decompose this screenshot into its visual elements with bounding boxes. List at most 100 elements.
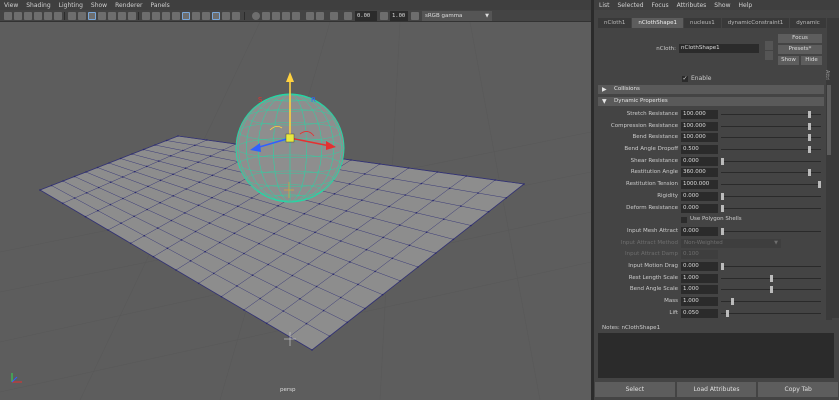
gamma-icon[interactable]	[380, 12, 388, 20]
menu-show[interactable]: Show	[714, 2, 730, 9]
bend-angle-dropoff-slider-handle[interactable]	[808, 146, 812, 154]
safe-action-icon[interactable]	[118, 12, 126, 20]
shear-resistance-slider-handle[interactable]	[721, 157, 724, 165]
select-button[interactable]: Select	[595, 382, 675, 397]
exposure-field[interactable]: 0.00	[355, 11, 377, 21]
two-d-pan-icon[interactable]	[44, 12, 52, 20]
field-chart-icon[interactable]	[108, 12, 116, 20]
select-camera-icon[interactable]	[4, 12, 12, 20]
tab-nclothshape1[interactable]: nClothShape1	[632, 18, 683, 28]
stretch-resistance-slider[interactable]	[721, 111, 821, 118]
hide-button[interactable]: Hide	[801, 56, 822, 65]
motion-blur-icon[interactable]	[272, 12, 280, 20]
bend-angle-scale-slider[interactable]	[721, 286, 821, 294]
restitution-angle-slider-handle[interactable]	[808, 169, 812, 177]
safe-title-icon[interactable]	[128, 12, 136, 20]
shadows-icon[interactable]	[192, 12, 200, 20]
compression-resistance-slider[interactable]	[721, 122, 821, 130]
load-attributes-button[interactable]: Load Attributes	[676, 382, 757, 397]
image-plane-icon[interactable]	[34, 12, 42, 20]
go-to-output-icon[interactable]	[765, 51, 773, 60]
viewport-panel[interactable]: View Shading Lighting Show Renderer Pane…	[0, 0, 591, 400]
scrollbar-thumb[interactable]	[827, 85, 831, 155]
stretch-resistance-field[interactable]: 100.000	[681, 110, 718, 119]
input-motion-drag-slider[interactable]	[721, 262, 821, 270]
input-mesh-attract-slider-handle[interactable]	[721, 227, 724, 235]
playblast-icon[interactable]	[316, 12, 324, 20]
stretch-resistance-slider-handle[interactable]	[808, 111, 812, 118]
camera-attributes-icon[interactable]	[14, 12, 22, 20]
use-polygon-shells-checkbox[interactable]	[681, 217, 687, 224]
bend-resistance-slider-handle[interactable]	[808, 134, 812, 142]
deform-resistance-slider-handle[interactable]	[721, 204, 724, 212]
menu-selected[interactable]: Selected	[618, 2, 644, 9]
wireframe-icon[interactable]	[142, 12, 150, 20]
tab-dynamic[interactable]: dynamic	[790, 18, 826, 28]
film-gate-icon[interactable]	[78, 12, 86, 20]
antialiasing-icon[interactable]	[252, 12, 260, 20]
camera-icon[interactable]	[330, 12, 338, 20]
rigidity-slider-handle[interactable]	[721, 192, 724, 200]
textured-icon[interactable]	[172, 12, 180, 20]
mass-field[interactable]: 1.000	[681, 297, 718, 306]
menu-attributes[interactable]: Attributes	[677, 2, 707, 9]
bend-resistance-field[interactable]: 100.000	[681, 133, 718, 143]
bend-angle-scale-slider-handle[interactable]	[769, 286, 773, 294]
restitution-angle-slider[interactable]	[721, 169, 821, 177]
menu-view[interactable]: View	[4, 2, 18, 9]
bend-angle-dropoff-field[interactable]: 0.500	[681, 145, 718, 155]
shear-resistance-slider[interactable]	[721, 157, 821, 165]
restitution-tension-slider[interactable]	[721, 181, 821, 189]
lights-icon[interactable]	[292, 12, 300, 20]
presets-button[interactable]: Presets*	[778, 45, 822, 54]
bookmark-icon[interactable]	[24, 12, 32, 20]
shear-resistance-field[interactable]: 0.000	[681, 156, 718, 166]
copy-tab-button[interactable]: Copy Tab	[758, 382, 839, 397]
bend-angle-scale-field[interactable]: 1.000	[681, 285, 718, 295]
deform-resistance-slider[interactable]	[721, 204, 821, 212]
compression-resistance-slider-handle[interactable]	[808, 122, 812, 130]
scene-3d-view[interactable]: S R	[0, 22, 591, 400]
rest-length-scale-slider[interactable]	[721, 274, 821, 282]
rest-length-scale-slider-handle[interactable]	[769, 274, 773, 282]
focus-button[interactable]: Focus	[778, 34, 822, 43]
ambient-occlusion-icon[interactable]	[232, 12, 240, 20]
mass-slider-handle[interactable]	[730, 298, 734, 305]
menu-panels[interactable]: Panels	[150, 2, 169, 9]
mass-slider[interactable]	[721, 298, 821, 305]
input-motion-drag-slider-handle[interactable]	[721, 262, 724, 270]
hud-icon[interactable]	[306, 12, 314, 20]
node-name-field[interactable]: nClothShape1	[679, 44, 759, 53]
rigidity-slider[interactable]	[721, 192, 821, 200]
menu-focus[interactable]: Focus	[652, 2, 669, 9]
resolution-gate-icon[interactable]	[88, 12, 96, 20]
show-button[interactable]: Show	[778, 56, 799, 65]
restitution-tension-slider-handle[interactable]	[818, 181, 821, 189]
lift-slider[interactable]	[721, 309, 821, 317]
gate-mask-icon[interactable]	[98, 12, 106, 20]
rest-length-scale-field[interactable]: 1.000	[681, 273, 718, 283]
compression-resistance-field[interactable]: 100.000	[681, 121, 718, 131]
lift-field[interactable]: 0.050	[681, 308, 718, 318]
attribute-scrollbar[interactable]	[826, 80, 832, 320]
gamma-field[interactable]: 1.00	[390, 11, 408, 21]
section-dynamic-properties[interactable]: ▼ Dynamic Properties	[598, 97, 824, 106]
bend-resistance-slider[interactable]	[721, 134, 821, 142]
menu-lighting[interactable]: Lighting	[59, 2, 83, 9]
restitution-angle-field[interactable]: 360.000	[681, 168, 718, 178]
bend-angle-dropoff-slider[interactable]	[721, 146, 821, 154]
tab-ncloth1[interactable]: nCloth1	[598, 18, 632, 28]
section-collisions[interactable]: ▶ Collisions	[598, 85, 824, 94]
isolate-select-icon[interactable]	[202, 12, 210, 20]
input-mesh-attract-slider[interactable]	[721, 227, 821, 235]
menu-shading[interactable]: Shading	[26, 2, 50, 9]
wireframe-on-shaded-icon[interactable]	[162, 12, 170, 20]
use-all-lights-icon[interactable]	[182, 12, 190, 20]
menu-renderer[interactable]: Renderer	[115, 2, 142, 9]
smooth-shade-icon[interactable]	[152, 12, 160, 20]
grease-pencil-icon[interactable]	[54, 12, 62, 20]
color-management-icon[interactable]	[411, 12, 419, 20]
view-transform-dropdown[interactable]: sRGB gamma ▼	[422, 11, 492, 21]
xray-joints-icon[interactable]	[222, 12, 230, 20]
grid-icon[interactable]	[68, 12, 76, 20]
